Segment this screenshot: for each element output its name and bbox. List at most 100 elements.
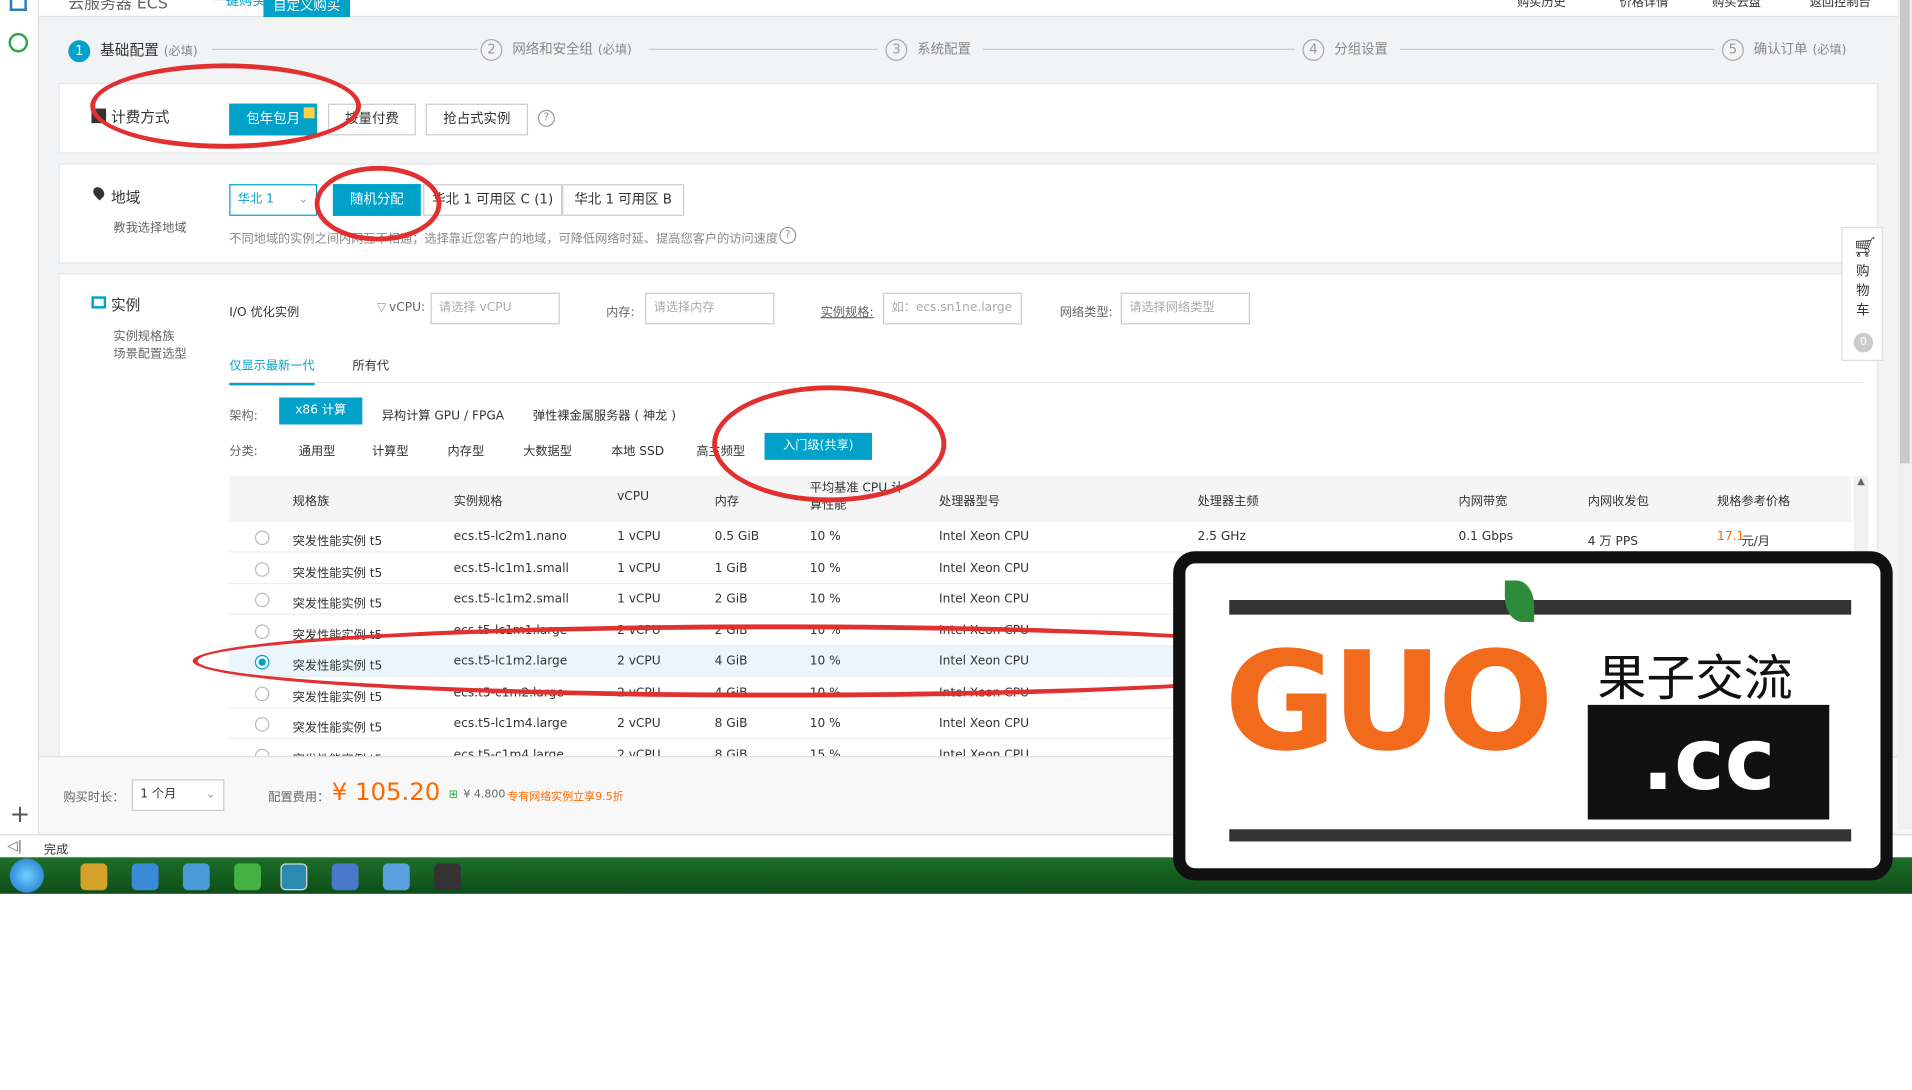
- th-spec[interactable]: 实例规格: [454, 490, 503, 508]
- page-title: 云服务器 ECS: [68, 0, 168, 14]
- discount-icon: ⊞: [448, 789, 458, 802]
- arch-gpu-button[interactable]: 异构计算 GPU / FPGA: [382, 405, 504, 423]
- annotation-ellipse: [314, 165, 442, 242]
- row-radio[interactable]: [254, 592, 270, 608]
- row-radio[interactable]: [254, 717, 270, 732]
- cat-label: 分类:: [229, 445, 258, 459]
- th-price[interactable]: 规格参考价格: [1717, 490, 1790, 508]
- watermark-domain: .cc: [1587, 704, 1830, 820]
- leaf-icon: [1504, 580, 1535, 622]
- help-link-region[interactable]: 教我选择地域: [113, 217, 186, 235]
- table-cell: 8 GiB: [714, 717, 748, 731]
- cat-compute[interactable]: 计算型: [372, 440, 409, 458]
- cat-memory[interactable]: 内存型: [448, 440, 485, 458]
- step-3[interactable]: 3 系统配置: [885, 39, 971, 61]
- region-select[interactable]: 华北 1 ⌄: [229, 184, 318, 216]
- spec-label: 实例规格:: [820, 306, 874, 320]
- row-radio[interactable]: [254, 561, 270, 577]
- table-cell: ecs.t5-lc1m4.large: [453, 717, 568, 731]
- link-back-console[interactable]: 返回控制台: [1810, 0, 1871, 10]
- th-mem[interactable]: 内存: [715, 490, 739, 508]
- net-select[interactable]: 请选择网络类型: [1120, 292, 1250, 325]
- step-4[interactable]: 4 分组设置: [1302, 39, 1388, 61]
- tab-all-gen[interactable]: 所有代: [352, 355, 389, 373]
- table-cell: 1 vCPU: [617, 530, 661, 544]
- th-bandwidth[interactable]: 内网带宽: [1459, 490, 1508, 508]
- th-cpu-model[interactable]: 处理器型号: [939, 490, 1000, 508]
- table-cell: 2.5 GHz: [1197, 530, 1246, 544]
- chevron-down-icon: ⌄: [298, 192, 309, 207]
- start-button[interactable]: [9, 858, 44, 893]
- browser-360-icon[interactable]: [234, 863, 261, 891]
- filter-icon: ▽: [376, 301, 387, 315]
- link-buy-disk[interactable]: 购买云盘: [1712, 0, 1761, 10]
- price-value: ¥ 105.20: [331, 776, 441, 807]
- step-1[interactable]: 1 基础配置 (必填): [68, 39, 198, 63]
- table-row[interactable]: 突发性能实例 t5 ecs.t5-lc2m1.nano 1 vCPU 0.5 GiB 1…: [229, 522, 1852, 553]
- tab-custom-buy[interactable]: 自定义购买: [263, 0, 350, 18]
- cat-bigdata[interactable]: 大数据型: [523, 440, 572, 458]
- th-family[interactable]: 规格族: [293, 490, 330, 508]
- link-price-detail[interactable]: 价格详情: [1619, 0, 1668, 10]
- status-text: 完成: [43, 843, 69, 858]
- table-cell: 2 vCPU: [617, 717, 661, 731]
- instance-icon: [91, 296, 107, 309]
- monitor-icon[interactable]: [9, 0, 27, 11]
- cat-ssd[interactable]: 本地 SSD: [611, 440, 664, 458]
- table-cell: 突发性能实例 t5: [292, 597, 383, 611]
- plus-icon[interactable]: +: [10, 799, 30, 828]
- table-cell: Intel Xeon CPU: [939, 717, 1030, 731]
- th-pps[interactable]: 内网收发包: [1588, 490, 1649, 508]
- tab-divider: [229, 381, 1864, 383]
- cat-general[interactable]: 通用型: [299, 440, 336, 458]
- ie-icon[interactable]: [131, 863, 159, 891]
- duration-select[interactable]: 1 个月 ⌄: [131, 779, 225, 811]
- step-5[interactable]: 5 确认订单 (必填): [1721, 39, 1846, 61]
- qq-icon[interactable]: [382, 863, 410, 891]
- th-cpu-freq[interactable]: 处理器主频: [1198, 490, 1259, 508]
- watermark-topline: [1229, 599, 1852, 615]
- promo-text[interactable]: 专有网络实例立享9.5折: [507, 788, 623, 803]
- help-icon[interactable]: ?: [537, 109, 555, 127]
- link-instance-family[interactable]: 实例规格族: [113, 326, 174, 343]
- link-scenario[interactable]: 场景配置选型: [113, 343, 186, 361]
- table-cell: 17.1: [1717, 530, 1745, 544]
- tab-quick-buy[interactable]: 一键购买: [207, 0, 270, 10]
- mem-select[interactable]: 请选择内存: [645, 292, 775, 325]
- th-vcpu[interactable]: vCPU: [617, 490, 649, 503]
- watermark-logo: GUO 果子交流 .cc: [1173, 551, 1893, 881]
- spec-input[interactable]: 如：ecs.sn1ne.large: [882, 292, 1022, 325]
- zone-c-button[interactable]: 华北 1 可用区 C (1): [423, 184, 563, 216]
- table-cell: 10 %: [809, 530, 841, 544]
- page-scrollbar[interactable]: [1897, 0, 1912, 830]
- watermark-brand: GUO: [1224, 623, 1553, 782]
- network-icon[interactable]: [331, 863, 359, 891]
- ie-edit-icon[interactable]: [182, 863, 210, 891]
- avatar-app-icon[interactable]: [434, 863, 461, 891]
- help-icon[interactable]: ?: [779, 226, 797, 244]
- row-radio[interactable]: [254, 530, 270, 546]
- scroll-up-arrow[interactable]: ▲: [1854, 476, 1869, 487]
- vcpu-select[interactable]: 请选择 vCPU: [430, 292, 560, 325]
- step-bar: 1 基础配置 (必填) 2 网络和安全组 (必填) 3 系统配置 4 分组设置 …: [39, 29, 1893, 70]
- clock-icon[interactable]: [8, 32, 29, 53]
- step-line: [1399, 48, 1715, 50]
- windows-flag-icon[interactable]: [80, 863, 108, 891]
- duration-label: 购买时长：: [63, 791, 125, 805]
- table-cell: 10 %: [809, 717, 841, 731]
- cart-widget[interactable]: 🛒︎ 购物车 0: [1841, 226, 1883, 361]
- step-2[interactable]: 2 网络和安全组 (必填): [480, 39, 632, 61]
- watermark-tagline: 果子交流: [1597, 651, 1793, 708]
- table-cell: 0.1 Gbps: [1458, 530, 1514, 544]
- back-arrow-icon[interactable]: ◁|: [7, 838, 22, 854]
- link-purchase-history[interactable]: 购买历史: [1517, 0, 1566, 10]
- zone-b-button[interactable]: 华北 1 可用区 B: [562, 184, 685, 216]
- arch-x86-button[interactable]: x86 计算: [279, 397, 363, 425]
- sogou-icon[interactable]: [280, 863, 308, 891]
- location-pin-icon: [91, 184, 107, 201]
- table-cell: 2 GiB: [714, 592, 748, 607]
- row-radio[interactable]: [254, 623, 270, 639]
- billing-preemptible-button[interactable]: 抢占式实例: [425, 103, 529, 136]
- row-radio[interactable]: [254, 685, 270, 701]
- arch-baremetal-button[interactable]: 弹性裸金属服务器 ( 神龙 ): [533, 405, 676, 423]
